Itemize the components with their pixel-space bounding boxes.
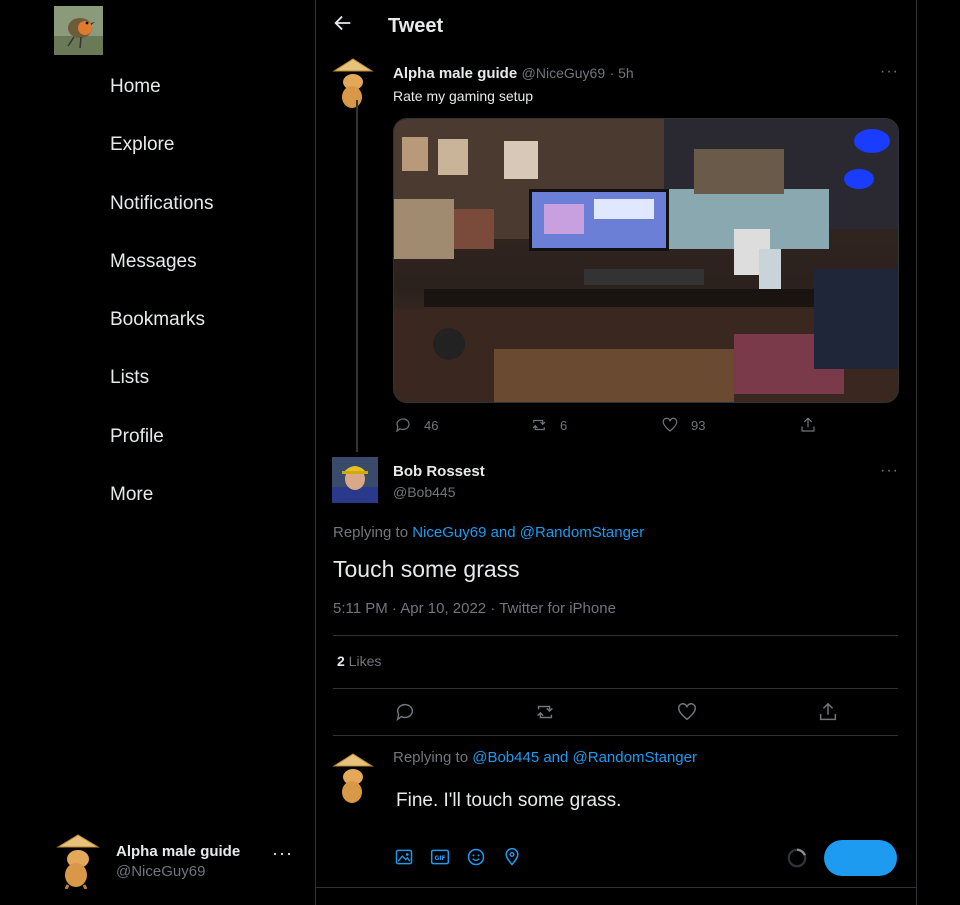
- reply-icon: [396, 418, 410, 433]
- nav-more[interactable]: More: [110, 484, 153, 506]
- emoji-icon[interactable]: [466, 847, 486, 867]
- likes-stat-label: Likes: [344, 653, 382, 669]
- account-switcher[interactable]: Alpha male guide @NiceGuy69 ···: [56, 829, 296, 891]
- char-count-progress-icon: [787, 848, 807, 868]
- composer-replying-prefix: Replying to: [393, 749, 473, 766]
- heart-icon[interactable]: [676, 701, 698, 723]
- svg-text:GIF: GIF: [435, 856, 446, 862]
- composer-replying-to: Replying to @Bob445 and @RandomStanger: [393, 749, 697, 766]
- likes-stat-count: 2: [337, 653, 345, 669]
- likes-stat[interactable]: 2 Likes: [337, 653, 381, 669]
- location-icon[interactable]: [502, 847, 522, 867]
- thread-line: [356, 100, 358, 452]
- nav-notifications[interactable]: Notifications: [110, 193, 214, 215]
- nav-profile[interactable]: Profile: [110, 426, 164, 448]
- back-arrow-icon[interactable]: [332, 12, 354, 34]
- divider: [316, 887, 916, 888]
- retweet-count: 6: [560, 417, 568, 433]
- account-handle: @NiceGuy69: [116, 863, 206, 880]
- original-tweet-name[interactable]: Alpha male guide: [393, 65, 517, 82]
- heart-icon: [662, 417, 678, 432]
- nav-explore[interactable]: Explore: [110, 134, 174, 156]
- image-icon[interactable]: [394, 847, 414, 867]
- nav-bookmarks[interactable]: Bookmarks: [110, 309, 205, 331]
- focused-tweet-text: Touch some grass: [333, 556, 520, 582]
- focused-tweet-handle[interactable]: @Bob445: [393, 484, 455, 500]
- page-title: Tweet: [388, 15, 444, 37]
- robin-avatar-logo[interactable]: [54, 6, 103, 55]
- reply-icon[interactable]: [394, 701, 416, 723]
- replying-to-prefix: Replying to: [333, 524, 413, 541]
- share-action[interactable]: [799, 416, 817, 434]
- divider: [333, 735, 898, 736]
- account-name: Alpha male guide: [116, 843, 241, 860]
- reply-count: 46: [424, 417, 439, 433]
- tweet-timestamp[interactable]: 5:11 PM · Apr 10, 2022 · Twitter for iPh…: [333, 600, 616, 617]
- original-tweet-header: Alpha male guide @NiceGuy69 · 5h: [393, 65, 634, 83]
- composer-avatar[interactable]: [332, 752, 374, 808]
- original-tweet-time[interactable]: · 5h: [610, 65, 634, 81]
- reply-action[interactable]: 46: [394, 416, 438, 434]
- divider: [333, 688, 898, 689]
- focused-tweet-avatar[interactable]: [332, 457, 378, 503]
- reply-submit-button[interactable]: [824, 840, 897, 876]
- gif-icon[interactable]: GIF: [430, 847, 450, 867]
- replying-to-users[interactable]: NiceGuy69 and @RandomStanger: [412, 524, 644, 541]
- retweet-icon[interactable]: [534, 701, 556, 723]
- like-count: 93: [691, 417, 706, 433]
- replying-to-line: Replying to NiceGuy69 and @RandomStanger: [333, 524, 644, 541]
- nav-lists[interactable]: Lists: [110, 367, 149, 389]
- composer-replying-users[interactable]: @Bob445 and @RandomStanger: [472, 749, 697, 766]
- account-avatar: [56, 833, 100, 889]
- original-tweet-handle[interactable]: @NiceGuy69: [522, 65, 605, 81]
- main-column: Tweet Alpha male guide @NiceGuy69 · 5h ·…: [315, 0, 917, 905]
- account-more-icon[interactable]: ···: [272, 843, 293, 864]
- focused-tweet-more-icon[interactable]: ···: [880, 462, 899, 480]
- original-tweet-avatar[interactable]: [332, 57, 374, 113]
- divider: [333, 635, 898, 636]
- original-tweet-more-icon[interactable]: ···: [880, 63, 899, 81]
- focused-tweet-name[interactable]: Bob Rossest: [393, 463, 485, 480]
- like-action[interactable]: 93: [661, 416, 705, 434]
- tweet-media-image[interactable]: [393, 118, 899, 403]
- share-icon[interactable]: [817, 701, 839, 723]
- original-tweet-text: Rate my gaming setup: [393, 88, 534, 104]
- retweet-action[interactable]: 6: [530, 416, 567, 434]
- retweet-icon: [532, 419, 546, 431]
- reply-input[interactable]: Fine. I'll touch some grass.: [396, 790, 621, 812]
- nav-messages[interactable]: Messages: [110, 251, 197, 273]
- nav-home[interactable]: Home: [110, 76, 161, 98]
- share-icon: [801, 417, 815, 432]
